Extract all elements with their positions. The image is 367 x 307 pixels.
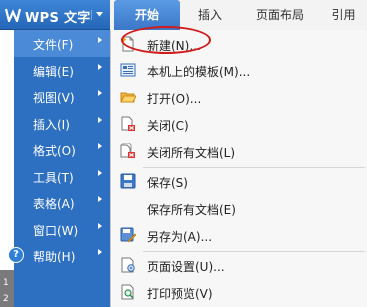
strip-label: 1 [3,278,9,288]
title-bar: WPS 文字 开始 插入 页面布局 引用 [0,0,367,30]
page-setup-icon [121,257,135,273]
menu-item-label: 帮助(H) [33,250,76,264]
save-icon [120,173,136,189]
menu-item-label: 插入(I) [33,118,70,132]
menu-item-label: 关闭所有文档(L) [147,146,236,160]
tab-home[interactable]: 开始 [114,0,180,30]
main-menu: 文件(F) 编辑(E) 视图(V) 插入(I) 格式(O) 工具(T) 表格(A… [0,30,110,307]
menu-item-label: 视图(V) [33,91,75,105]
chevron-right-icon [98,170,102,176]
menu-page-setup[interactable]: 页面设置(U)... [111,252,367,278]
menu-item-label: 关闭(C) [147,119,189,133]
chevron-right-icon [98,64,102,70]
tab-page-layout[interactable]: 页面布局 [240,0,320,30]
menu-item-insert[interactable]: 插入(I) [14,110,110,137]
menu-item-format[interactable]: 格式(O) [14,136,110,163]
menu-item-label: 保存(S) [147,176,188,190]
menu-item-label: 文件(F) [33,38,74,52]
new-document-icon [121,36,134,52]
ribbon-tabs: 开始 插入 页面布局 引用 [114,0,367,30]
chevron-right-icon [98,196,102,202]
menu-item-label: 打印预览(V) [147,287,213,301]
menu-item-label: 格式(O) [33,144,76,158]
template-icon [120,63,136,77]
close-all-icon [120,143,135,158]
menu-save[interactable]: 保存(S) [111,168,367,194]
menu-close[interactable]: 关闭(C) [111,111,367,137]
app-menu-button[interactable]: WPS 文字 [0,0,110,30]
chevron-right-icon [98,90,102,96]
menu-item-label: 窗口(W) [33,224,79,238]
menu-item-label: 工具(T) [33,171,74,185]
open-folder-icon [120,92,136,103]
menu-item-edit[interactable]: 编辑(E) [14,57,110,84]
menu-item-label: 打开(O)... [147,92,202,106]
close-document-icon [121,116,135,131]
menu-item-file[interactable]: 文件(F) [14,30,110,57]
wps-logo-icon [5,8,21,22]
menu-item-table[interactable]: 表格(A) [14,189,110,216]
menu-item-view[interactable]: 视图(V) [14,83,110,110]
menu-item-label: 页面设置(U)... [147,260,225,274]
save-as-icon [120,227,136,243]
menu-print-preview[interactable]: 打印预览(V) [111,279,367,305]
strip-label: 2 [3,294,9,304]
menu-item-tools[interactable]: 工具(T) [14,163,110,190]
menu-close-all[interactable]: 关闭所有文档(L) [111,138,367,164]
chevron-down-icon[interactable] [91,10,106,20]
side-ruler-strip: 1 2 [0,270,14,307]
chevron-right-icon [98,117,102,123]
menu-gutter [0,30,14,270]
chevron-right-icon [98,37,102,43]
menu-item-label: 另存为(A)... [147,230,213,244]
print-preview-icon [121,284,134,300]
menu-item-window[interactable]: 窗口(W) [14,216,110,243]
menu-local-templates[interactable]: 本机上的模板(M)... [111,57,367,83]
chevron-right-icon [98,143,102,149]
app-title: WPS 文字 [25,11,91,26]
menu-item-label: 新建(N)... [147,39,201,53]
menu-save-as[interactable]: 另存为(A)... [111,222,367,248]
menu-item-label: 表格(A) [33,197,75,211]
menu-save-all[interactable]: 保存所有文档(E) [111,195,367,221]
help-icon: ? [8,247,24,263]
menu-open[interactable]: 打开(O)... [111,84,367,110]
tab-insert[interactable]: 插入 [180,0,240,30]
menu-new[interactable]: 新建(N)... [111,31,367,57]
tab-references[interactable]: 引用 [320,0,367,30]
chevron-right-icon [98,249,102,255]
menu-item-help[interactable]: ? 帮助(H) [8,242,110,269]
menu-item-label: 保存所有文档(E) [147,203,236,217]
chevron-right-icon [98,223,102,229]
file-submenu: 新建(N)... 本机上的模板(M)... 打开(O)... 关闭(C) 关闭所… [110,30,367,307]
menu-item-label: 本机上的模板(M)... [147,65,251,79]
menu-item-label: 编辑(E) [33,65,74,79]
